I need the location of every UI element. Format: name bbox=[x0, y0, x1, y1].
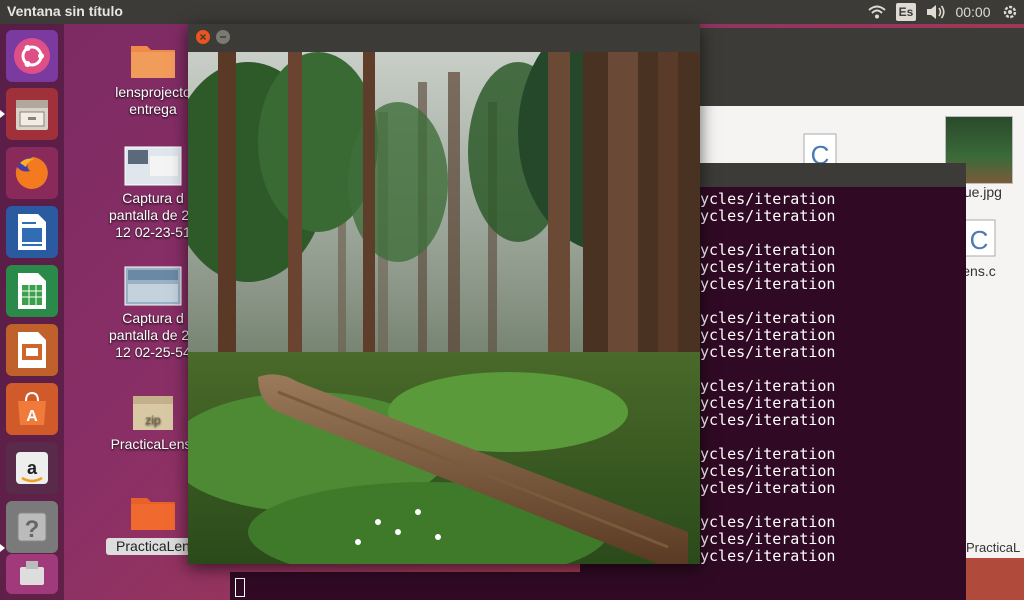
screenshot-icon bbox=[124, 266, 182, 306]
amazon-icon[interactable]: a bbox=[6, 442, 58, 494]
file-name: PracticaL bbox=[966, 540, 1021, 555]
terminal-line: ycles/iteration bbox=[700, 462, 836, 480]
terminal-output: ycles/iteration ycles/iteration ycles/ite… bbox=[700, 191, 835, 565]
firefox-icon[interactable] bbox=[6, 147, 58, 199]
keyboard-layout-label: Es bbox=[896, 3, 916, 21]
window-title: Ventana sin título bbox=[7, 3, 123, 19]
folder-icon bbox=[131, 46, 175, 78]
terminal-line: ycles/iteration bbox=[700, 190, 836, 208]
terminal-prompt-area[interactable] bbox=[230, 572, 966, 600]
redwood-forest-photo bbox=[188, 52, 700, 564]
libreoffice-impress-icon[interactable] bbox=[6, 324, 58, 376]
terminal-line: ycles/iteration bbox=[700, 275, 836, 293]
running-indicator bbox=[0, 110, 5, 118]
svg-text:?: ? bbox=[25, 516, 40, 543]
power-gear-icon[interactable] bbox=[996, 0, 1024, 24]
system-tray: Es 00:00 bbox=[864, 0, 1024, 24]
help-icon[interactable]: ? bbox=[6, 501, 58, 553]
launcher: A a ? bbox=[0, 24, 64, 600]
files-icon[interactable] bbox=[6, 88, 58, 140]
top-panel: Ventana sin título Es 00:00 bbox=[0, 0, 1024, 24]
clock[interactable]: 00:00 bbox=[950, 0, 996, 24]
wifi-icon[interactable] bbox=[864, 0, 890, 24]
terminal-line: ycles/iteration bbox=[700, 547, 836, 565]
terminal-line: ycles/iteration bbox=[700, 377, 836, 395]
desktop-icon-label: PracticaLen bbox=[106, 538, 200, 555]
libreoffice-calc-icon[interactable] bbox=[6, 265, 58, 317]
minimize-icon bbox=[220, 36, 226, 38]
keyboard-layout-indicator[interactable]: Es bbox=[890, 0, 922, 24]
image-viewer-titlebar[interactable] bbox=[188, 24, 700, 52]
screenshot-icon bbox=[124, 146, 182, 186]
terminal-line: ycles/iteration bbox=[700, 207, 836, 225]
terminal-line: ycles/iteration bbox=[700, 445, 836, 463]
running-indicator bbox=[0, 544, 5, 552]
usb-drive-icon[interactable] bbox=[6, 554, 58, 594]
terminal-line: ycles/iteration bbox=[700, 479, 836, 497]
terminal-line: ycles/iteration bbox=[700, 343, 836, 361]
close-button[interactable] bbox=[196, 30, 210, 44]
libreoffice-writer-icon[interactable] bbox=[6, 206, 58, 258]
image-viewer-window[interactable] bbox=[188, 24, 700, 564]
terminal-cursor bbox=[235, 578, 245, 597]
terminal-line: ycles/iteration bbox=[700, 326, 836, 344]
ubuntu-dash-icon[interactable] bbox=[6, 30, 58, 82]
terminal-line: ycles/iteration bbox=[700, 411, 836, 429]
svg-text:C: C bbox=[970, 225, 989, 255]
terminal-line: ycles/iteration bbox=[700, 241, 836, 259]
terminal-line: ycles/iteration bbox=[700, 258, 836, 276]
svg-text:A: A bbox=[26, 408, 38, 425]
terminal-line: ycles/iteration bbox=[700, 309, 836, 327]
zip-icon: zip bbox=[133, 396, 173, 430]
desktop-background-strip bbox=[966, 560, 1024, 600]
folder-icon bbox=[131, 498, 175, 530]
close-icon bbox=[200, 34, 206, 40]
minimize-button[interactable] bbox=[216, 30, 230, 44]
terminal-line: ycles/iteration bbox=[700, 530, 836, 548]
svg-text:zip: zip bbox=[145, 413, 161, 427]
volume-icon[interactable] bbox=[922, 0, 950, 24]
svg-text:a: a bbox=[27, 458, 38, 478]
terminal-line: ycles/iteration bbox=[700, 394, 836, 412]
terminal-line: ycles/iteration bbox=[700, 513, 836, 531]
ubuntu-software-icon[interactable]: A bbox=[6, 383, 58, 435]
